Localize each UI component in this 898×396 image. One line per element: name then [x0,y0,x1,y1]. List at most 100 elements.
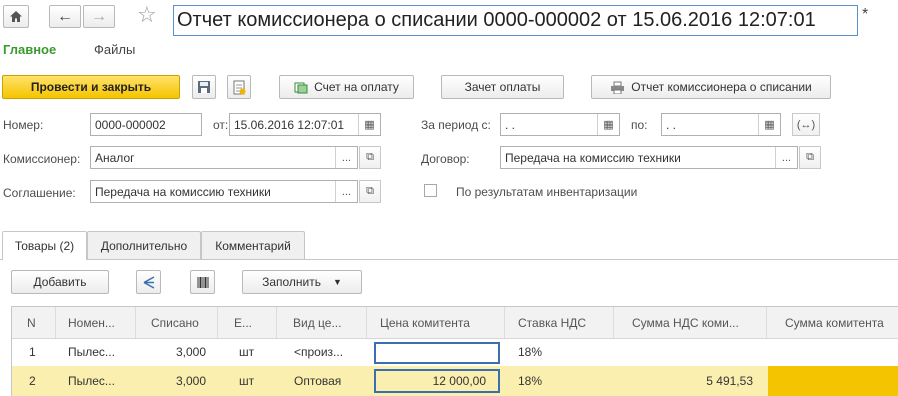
col-committent-sum[interactable]: Сумма комитента [767,307,898,338]
barcode-icon [197,276,208,288]
fill-dropdown-button[interactable]: Заполнить ▼ [242,270,362,294]
period-from-field[interactable]: . . ▦ [500,113,620,136]
row2-sum-highlight [768,366,898,396]
invoice-button[interactable]: Счет на оплату [279,75,414,99]
period-arrows-icon: (↔) [796,118,816,131]
commissioner-open-button[interactable]: ⧉ [359,146,381,169]
choose-icon[interactable]: ... [335,181,357,202]
row2-qty: 3,000 [175,374,206,388]
open-link-icon: ⧉ [366,185,374,197]
distribute-button[interactable] [136,270,161,294]
back-button[interactable]: ← [49,5,81,28]
date-value: 15.06.2016 12:07:01 [234,117,345,132]
post-document-icon [233,80,246,94]
col-vat-rate[interactable]: Ставка НДС [505,307,614,338]
row1-vat-rate: 18% [518,345,543,359]
post-button[interactable] [227,75,251,99]
row2-price: 12 000,00 [432,374,486,388]
row2-price-cell[interactable]: 12 000,00 [374,369,500,393]
number-field[interactable]: 0000-000002 [90,113,202,136]
payment-offset-label: Зачет оплаты [464,80,541,94]
tab-comment[interactable]: Комментарий [201,231,305,259]
add-row-label: Добавить [33,275,87,289]
invoice-icon [294,82,308,93]
calendar-icon[interactable]: ▦ [758,114,780,135]
nav-main[interactable]: Главное [3,42,56,57]
contract-label: Договор: [421,152,470,166]
choose-icon[interactable]: ... [335,147,357,168]
row1-qty: 3,000 [175,345,206,359]
payment-offset-button[interactable]: Зачет оплаты [441,75,564,99]
save-button[interactable] [192,75,216,99]
window-title-text: Отчет комиссионера о списании 0000-00000… [177,9,816,31]
col-committent-price[interactable]: Цена комитента [367,307,505,338]
row2-unit: шт [239,374,255,388]
chevron-down-icon: ▼ [333,277,342,287]
contract-field[interactable]: Передача на комиссию техники ... [500,146,798,169]
col-price-type[interactable]: Вид це... [277,307,367,338]
row2-price-type: Оптовая [294,374,342,388]
fill-label: Заполнить [262,275,321,289]
row2-vat-sum: 5 491,53 [706,374,753,388]
add-row-button[interactable]: Добавить [11,270,109,294]
number-value: 0000-000002 [95,117,166,132]
tabs-baseline [0,259,898,260]
home-button[interactable] [3,5,29,28]
tab-additional[interactable]: Дополнительно [87,231,201,259]
open-link-icon: ⧉ [366,151,374,163]
date-label: от: [213,118,229,132]
calendar-icon[interactable]: ▦ [358,114,380,135]
calendar-icon[interactable]: ▦ [597,114,619,135]
commissioner-field[interactable]: Аналог ... [90,146,358,169]
home-icon [10,11,22,22]
post-and-close-label: Провести и закрыть [30,80,152,94]
choose-icon[interactable]: ... [775,147,797,168]
post-and-close-button[interactable]: Провести и закрыть [2,75,180,99]
agreement-open-button[interactable]: ⧉ [359,180,381,203]
modified-mark: * [862,6,869,23]
print-report-label: Отчет комиссионера о списании [631,80,812,94]
print-report-button[interactable]: Отчет комиссионера о списании [591,75,831,99]
col-written-off[interactable]: Списано [136,307,218,338]
tab-additional-label: Дополнительно [100,238,188,253]
contract-open-button[interactable]: ⧉ [799,146,821,169]
agreement-label: Соглашение: [3,186,76,200]
date-field[interactable]: 15.06.2016 12:07:01 ▦ [229,113,381,136]
arrow-right-icon: → [91,7,107,25]
nav-files[interactable]: Файлы [94,42,135,57]
row1-price-type: <произ... [294,345,344,359]
agreement-field[interactable]: Передача на комиссию техники ... [90,180,358,203]
barcode-button[interactable] [190,270,215,294]
arrow-left-icon: ← [57,7,73,25]
forward-button[interactable]: → [83,5,115,28]
inventory-checkbox[interactable] [424,184,437,197]
open-link-icon: ⧉ [806,151,814,163]
distribute-icon [143,275,154,289]
period-select-button[interactable]: (↔) [792,113,820,136]
printer-icon [611,81,625,94]
period-from-value: . . [505,117,516,132]
tab-goods-label: Товары (2) [14,239,75,253]
period-to-field[interactable]: . . ▦ [661,113,781,136]
commissioner-value: Аналог [95,150,135,165]
number-label: Номер: [3,118,44,132]
inventory-label: По результатам инвентаризации [456,185,638,199]
col-unit[interactable]: Е... [218,307,277,338]
favorite-star-icon[interactable]: ☆ [137,3,157,27]
commissioner-label: Комиссионер: [3,152,81,166]
contract-value: Передача на комиссию техники [505,150,681,165]
row1-nomenclature: Пылес... [68,345,115,359]
row1-price-cell[interactable] [374,342,500,364]
col-nomenclature[interactable]: Номен... [56,307,136,338]
period-from-label: За период с: [421,118,491,132]
period-to-value: . . [666,117,677,132]
row1-n: 1 [29,345,36,359]
row2-n: 2 [29,374,36,388]
invoice-label: Счет на оплату [314,80,399,94]
col-vat-sum[interactable]: Сумма НДС коми... [614,307,767,338]
tab-goods[interactable]: Товары (2) [2,231,87,260]
agreement-value: Передача на комиссию техники [95,184,271,199]
row2-vat-rate: 18% [518,374,543,388]
col-n[interactable]: N [12,307,56,338]
window-title: Отчет комиссионера о списании 0000-00000… [173,5,858,36]
